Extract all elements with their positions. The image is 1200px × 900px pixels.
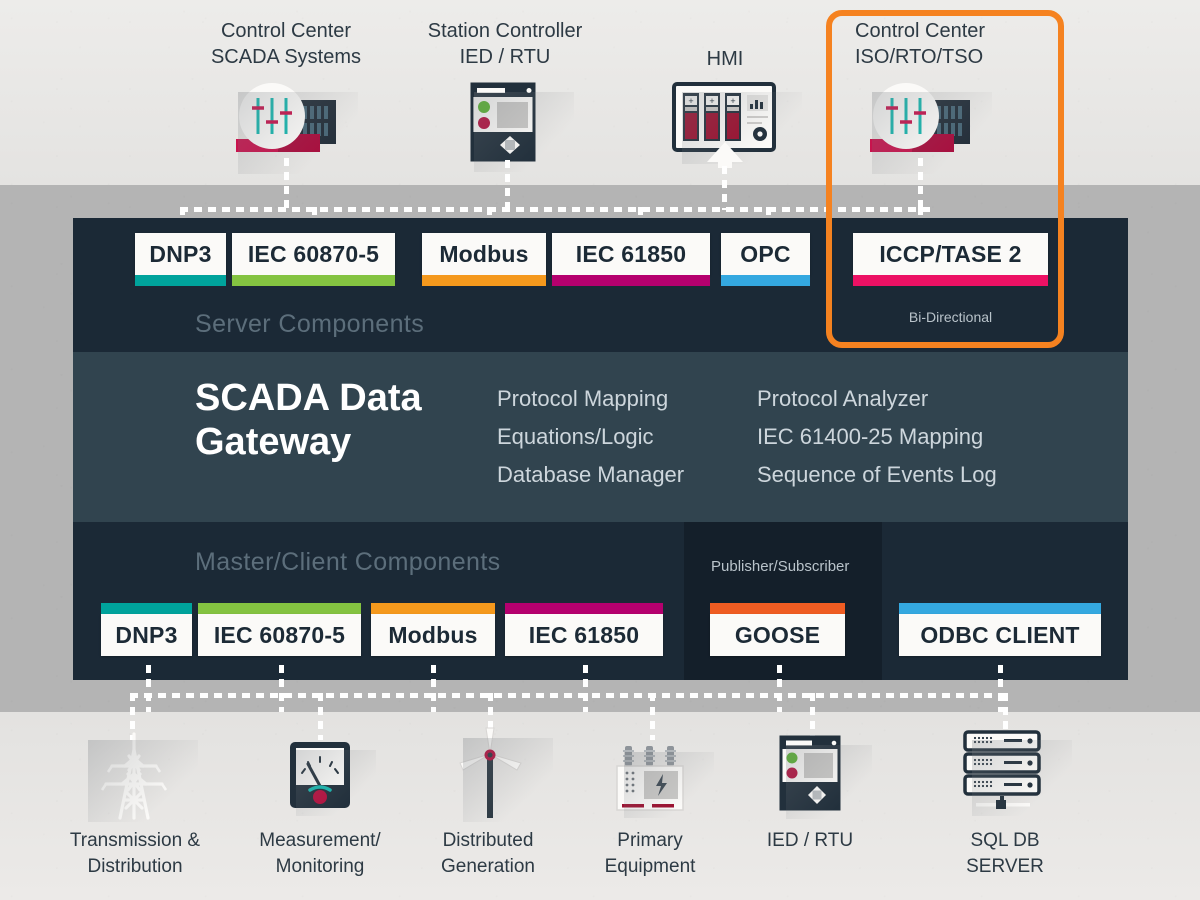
server-chip-opc[interactable]: OPC bbox=[721, 233, 810, 286]
transformer-icon bbox=[614, 742, 714, 818]
top-node-label-control-center-scada: Control Center SCADA Systems bbox=[210, 20, 362, 68]
master-chip-odbc-client-label: ODBC CLIENT bbox=[899, 614, 1101, 656]
master-chip-iec60870-5-label: IEC 60870-5 bbox=[198, 614, 361, 656]
server-rack-icon bbox=[962, 730, 1072, 816]
connector-top-station-drop bbox=[505, 160, 510, 210]
master-chip-odbc-client-colorbar bbox=[899, 603, 1101, 614]
analog-meter-icon bbox=[288, 740, 376, 816]
master-chip-odbc-client[interactable]: ODBC CLIENT bbox=[899, 603, 1101, 656]
server-chip-modbus[interactable]: Modbus bbox=[422, 233, 546, 286]
iccp-bidirectional-note: Bi-Directional bbox=[908, 309, 993, 325]
server-chip-dnp3-colorbar bbox=[135, 275, 226, 286]
master-chip-iec61850-label: IEC 61850 bbox=[505, 614, 663, 656]
server-chip-opc-label: OPC bbox=[721, 233, 810, 275]
connector-bottom-bus bbox=[130, 693, 1010, 698]
bottom-node-label-distributed: Distributed Generation bbox=[440, 830, 535, 877]
connector-top-bus-left bbox=[180, 207, 780, 212]
server-chip-iec60870-5[interactable]: IEC 60870-5 bbox=[232, 233, 395, 286]
transmission-tower-icon bbox=[82, 730, 198, 822]
server-components-caption: Server Components bbox=[195, 310, 425, 338]
server-chip-iec61850-colorbar bbox=[552, 275, 710, 286]
master-chip-dnp3-colorbar bbox=[101, 603, 192, 614]
bottom-node-label-measurement: Measurement/ Monitoring bbox=[259, 830, 381, 877]
server-chip-iccp-tase2[interactable]: ICCP/TASE 2 Bi-Directional bbox=[853, 233, 1048, 325]
master-chip-iec60870-5[interactable]: IEC 60870-5 bbox=[198, 603, 361, 656]
master-chip-dnp3-label: DNP3 bbox=[101, 614, 192, 656]
bottom-node-label-primary-equipment: Primary Equipment bbox=[604, 830, 696, 877]
master-chip-iec60870-5-colorbar bbox=[198, 603, 361, 614]
top-node-label-hmi: HMI bbox=[706, 48, 744, 70]
connector-master-dnp3-drop bbox=[146, 665, 151, 712]
connector-master-iec61850-drop bbox=[583, 665, 588, 712]
control-center-mixer-icon-iso bbox=[862, 82, 992, 174]
master-chip-iec61850[interactable]: IEC 61850 bbox=[505, 603, 663, 656]
master-chip-modbus[interactable]: Modbus bbox=[371, 603, 495, 656]
bottom-node-label-transmission: Transmission & Distribution bbox=[69, 830, 201, 877]
bottom-node-label-ied-rtu: IED / RTU bbox=[766, 830, 854, 851]
connector-master-goose-drop bbox=[777, 665, 782, 712]
master-chip-modbus-colorbar bbox=[371, 603, 495, 614]
connector-to-measurement bbox=[318, 693, 323, 740]
server-chip-dnp3-label: DNP3 bbox=[135, 233, 226, 275]
hmi-upward-arrow-icon bbox=[707, 142, 743, 168]
connector-top-scada-drop bbox=[284, 158, 289, 210]
bottom-node-label-sql-db-server: SQL DB SERVER bbox=[966, 830, 1044, 877]
server-chip-modbus-label: Modbus bbox=[422, 233, 546, 275]
scada-data-gateway-panel: Server Components DNP3 IEC 60870-5 Modbu… bbox=[73, 218, 1128, 680]
server-chip-iec61850-label: IEC 61850 bbox=[552, 233, 710, 275]
top-node-label-station-controller: Station Controller IED / RTU bbox=[427, 20, 583, 68]
control-center-mixer-icon bbox=[228, 82, 358, 174]
top-node-label-control-center-iso: Control Center ISO/RTO/TSO bbox=[855, 20, 986, 68]
master-chip-iec61850-colorbar bbox=[505, 603, 663, 614]
connector-top-iso-drop bbox=[918, 158, 923, 210]
wind-turbine-icon bbox=[455, 726, 553, 822]
server-chip-dnp3[interactable]: DNP3 bbox=[135, 233, 226, 286]
rtu-device-icon-top bbox=[466, 82, 574, 172]
publisher-subscriber-caption: Publisher/Subscriber bbox=[711, 558, 850, 575]
connector-master-iec60870-drop bbox=[279, 665, 284, 712]
master-chip-goose-colorbar bbox=[710, 603, 845, 614]
gateway-features-right: Protocol Analyzer IEC 61400-25 Mapping S… bbox=[757, 386, 997, 487]
connector-top-hmi-drop bbox=[722, 166, 727, 210]
server-chip-opc-colorbar bbox=[721, 275, 810, 286]
rtu-device-icon-bottom bbox=[778, 735, 872, 819]
connector-to-ied-rtu bbox=[810, 693, 815, 740]
master-chip-dnp3[interactable]: DNP3 bbox=[101, 603, 192, 656]
gateway-features-left: Protocol Mapping Equations/Logic Databas… bbox=[497, 386, 685, 487]
server-chip-iec60870-5-label: IEC 60870-5 bbox=[232, 233, 395, 275]
master-chip-goose[interactable]: GOOSE bbox=[710, 603, 845, 656]
connector-to-primary bbox=[650, 693, 655, 740]
svg-text:+: + bbox=[709, 96, 714, 106]
svg-text:+: + bbox=[688, 96, 693, 106]
svg-text:+: + bbox=[730, 96, 735, 106]
server-chip-iec61850[interactable]: IEC 61850 bbox=[552, 233, 710, 286]
publisher-subscriber-panel bbox=[684, 522, 882, 680]
server-chip-modbus-colorbar bbox=[422, 275, 546, 286]
master-chip-goose-label: GOOSE bbox=[710, 614, 845, 656]
diagram-canvas: Control Center SCADA Systems Station Con… bbox=[0, 0, 1200, 900]
gateway-title: SCADA Data Gateway bbox=[195, 377, 422, 463]
server-chip-iccp-tase2-colorbar bbox=[853, 275, 1048, 286]
master-client-section bbox=[73, 522, 1128, 680]
master-client-caption: Master/Client Components bbox=[195, 548, 501, 576]
master-chip-modbus-label: Modbus bbox=[371, 614, 495, 656]
connector-master-modbus-drop bbox=[431, 665, 436, 712]
server-chip-iec60870-5-colorbar bbox=[232, 275, 395, 286]
server-chip-iccp-tase2-label: ICCP/TASE 2 bbox=[853, 233, 1048, 275]
